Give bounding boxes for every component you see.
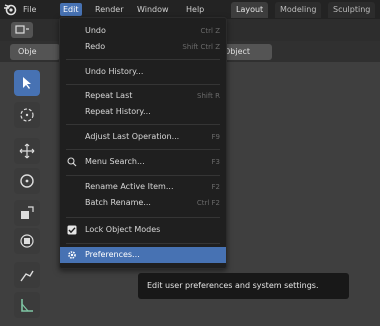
- menu-item-shortcut: Ctrl Z: [200, 27, 220, 35]
- menu-item-undo[interactable]: Undo Ctrl Z: [60, 23, 226, 39]
- menu-help[interactable]: Help: [183, 3, 207, 16]
- pencil-icon: [20, 270, 34, 282]
- menu-item-label: Preferences...: [85, 250, 140, 259]
- menu-item-label: Rename Active Item...: [85, 182, 174, 191]
- menu-window[interactable]: Window: [134, 3, 172, 16]
- crosshair-circle-icon: [20, 108, 34, 122]
- menu-item-shortcut: F3: [211, 158, 220, 166]
- menu-item-label: Adjust Last Operation...: [85, 132, 180, 141]
- object-mode-dropdown[interactable]: Obje: [10, 44, 60, 60]
- menu-item-preferences[interactable]: Preferences...: [60, 247, 226, 263]
- menu-item-rename-active-item[interactable]: Rename Active Item... F2: [60, 179, 226, 195]
- object-menu-label: Object: [224, 47, 251, 56]
- edit-menu-dropdown: Undo Ctrl Z Redo Shift Ctrl Z Undo Histo…: [59, 17, 227, 269]
- menu-item-repeat-history[interactable]: Repeat History...: [60, 104, 226, 120]
- transform-icon: [20, 234, 34, 248]
- menu-item-shortcut: Shift R: [197, 92, 220, 100]
- menu-item-shortcut: F9: [211, 133, 220, 141]
- menu-item-shortcut: F2: [211, 183, 220, 191]
- object-mode-label: Obje: [18, 47, 37, 56]
- menu-file[interactable]: File: [20, 3, 39, 16]
- gear-icon: [68, 251, 76, 259]
- menu-separator: [66, 84, 220, 85]
- menu-separator: [66, 59, 220, 60]
- search-icon: [67, 157, 77, 167]
- menu-render[interactable]: Render: [92, 3, 126, 16]
- tab-sculpting[interactable]: Sculpting: [328, 2, 376, 18]
- tool-shelf: [10, 66, 46, 326]
- scale-tool[interactable]: [14, 200, 40, 226]
- select-tool[interactable]: [14, 70, 40, 96]
- object-menu[interactable]: Object: [222, 44, 272, 60]
- menu-separator: [66, 217, 220, 218]
- blender-logo-icon[interactable]: [3, 2, 17, 16]
- menu-item-label: Undo: [85, 26, 106, 35]
- menu-edit[interactable]: Edit: [60, 3, 82, 16]
- tab-layout[interactable]: Layout: [231, 2, 269, 18]
- menu-item-label: Batch Rename...: [85, 198, 151, 207]
- menu-item-shortcut: Ctrl F2: [196, 199, 220, 207]
- rotate-icon: [20, 174, 34, 188]
- move-tool[interactable]: [14, 138, 40, 164]
- menu-separator: [66, 149, 220, 150]
- menu-item-redo[interactable]: Redo Shift Ctrl Z: [60, 39, 226, 55]
- rotate-tool[interactable]: [14, 168, 40, 194]
- checkbox-checked-icon: [67, 225, 77, 235]
- menu-separator: [66, 175, 220, 176]
- ruler-icon: [21, 299, 33, 312]
- preferences-tooltip: Edit user preferences and system setting…: [138, 273, 349, 299]
- menu-item-label: Undo History...: [85, 67, 144, 76]
- move-arrows-icon: [19, 143, 35, 159]
- tab-modeling[interactable]: Modeling: [275, 2, 322, 18]
- menu-item-lock-object-modes[interactable]: Lock Object Modes: [60, 222, 226, 238]
- scale-icon: [21, 206, 34, 219]
- menu-item-label: Repeat History...: [85, 107, 151, 116]
- cursor-arrow-icon: [23, 77, 31, 89]
- menu-item-label: Redo: [85, 42, 106, 51]
- annotate-tool[interactable]: [14, 262, 40, 288]
- cursor-tool[interactable]: [14, 102, 40, 128]
- menu-item-shortcut: Shift Ctrl Z: [182, 43, 220, 51]
- menu-item-label: Menu Search...: [85, 157, 145, 166]
- editor-type-button[interactable]: [11, 22, 33, 38]
- menu-separator: [66, 124, 220, 125]
- menu-separator: [66, 243, 220, 244]
- transform-tool[interactable]: [14, 228, 40, 254]
- menu-item-repeat-last[interactable]: Repeat Last Shift R: [60, 88, 226, 104]
- menu-item-label: Lock Object Modes: [85, 225, 161, 234]
- menu-item-label: Repeat Last: [85, 91, 133, 100]
- menu-item-adjust-last-operation[interactable]: Adjust Last Operation... F9: [60, 129, 226, 145]
- menu-item-undo-history[interactable]: Undo History...: [60, 64, 226, 80]
- menu-item-batch-rename[interactable]: Batch Rename... Ctrl F2: [60, 195, 226, 211]
- editor-type-icon: [15, 25, 29, 34]
- measure-tool[interactable]: [14, 292, 40, 318]
- menu-item-menu-search[interactable]: Menu Search... F3: [60, 154, 226, 170]
